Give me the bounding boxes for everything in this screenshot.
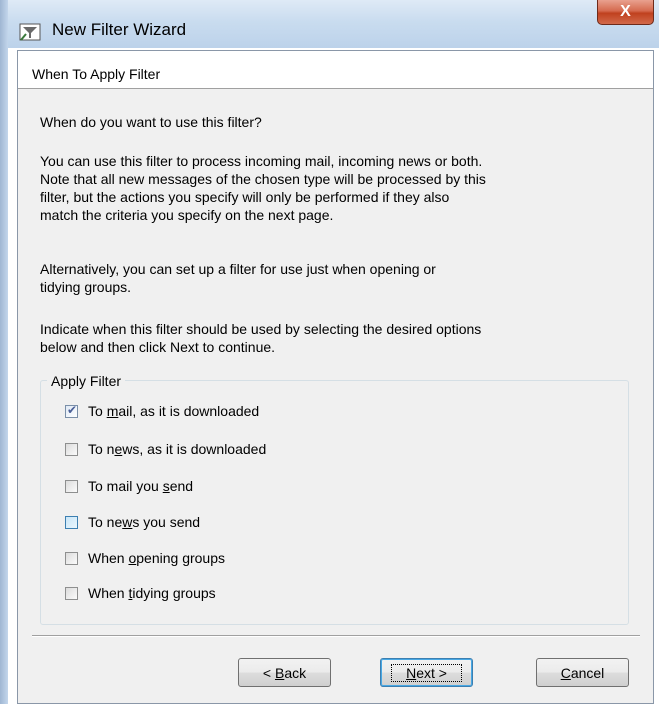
instruction-line: below and then click Next to continue.: [40, 339, 276, 355]
wizard-client-area: When To Apply Filter When do you want to…: [17, 50, 654, 704]
checkbox-news-downloaded[interactable]: [65, 442, 78, 456]
option-news-downloaded[interactable]: To news, as it is downloaded: [65, 440, 266, 458]
back-button[interactable]: < Back: [238, 658, 331, 687]
checkbox-tidying-groups[interactable]: [65, 586, 78, 600]
option-opening-groups[interactable]: When opening groups: [65, 549, 225, 567]
cancel-button-label: Cancel: [560, 664, 605, 681]
checkbox-news-send[interactable]: [65, 515, 78, 529]
checkbox-opening-groups[interactable]: [65, 551, 78, 565]
description-paragraph: You can use this filter to process incom…: [40, 152, 630, 224]
option-label: When tidying groups: [88, 585, 216, 601]
checkbox-mail-send[interactable]: [65, 479, 78, 493]
page-header: When To Apply Filter: [18, 51, 653, 89]
apply-filter-label: Apply Filter: [47, 373, 126, 389]
window-title: New Filter Wizard: [52, 20, 187, 39]
close-button[interactable]: X: [597, 0, 654, 25]
window-left-edge: [0, 0, 8, 704]
alternative-paragraph: Alternatively, you can set up a filter f…: [40, 260, 630, 296]
option-news-send[interactable]: To news you send: [65, 513, 200, 531]
alternative-line: Alternatively, you can set up a filter f…: [40, 261, 436, 277]
button-divider: [32, 635, 640, 637]
alternative-line: tidying groups.: [40, 279, 132, 295]
option-mail-send[interactable]: To mail you send: [65, 477, 193, 495]
option-label: To news, as it is downloaded: [88, 441, 267, 457]
option-label: To mail you send: [88, 478, 194, 494]
description-line: match the criteria you specify on the ne…: [40, 207, 334, 223]
filter-wizard-icon: [19, 23, 41, 41]
description-line: You can use this filter to process incom…: [40, 153, 483, 169]
instruction-line: Indicate when this filter should be used…: [40, 321, 482, 337]
close-icon: X: [620, 3, 631, 20]
cancel-button[interactable]: Cancel: [536, 658, 629, 687]
option-label: To news you send: [88, 514, 201, 530]
question-text: When do you want to use this filter?: [40, 114, 262, 130]
title-bar[interactable]: New Filter Wizard X: [0, 0, 659, 704]
option-mail-downloaded[interactable]: To mail, as it is downloaded: [65, 402, 259, 420]
wizard-window: New Filter Wizard X When To Apply Filter…: [0, 0, 659, 704]
checkbox-mail-downloaded[interactable]: [65, 403, 78, 418]
next-button-label: Next >: [391, 663, 462, 682]
description-line: Note that all new messages of the chosen…: [40, 171, 486, 187]
instruction-paragraph: Indicate when this filter should be used…: [40, 320, 630, 356]
option-tidying-groups[interactable]: When tidying groups: [65, 584, 216, 602]
next-button[interactable]: Next >: [380, 658, 473, 687]
description-line: filter, but the actions you specify will…: [40, 189, 450, 205]
back-button-label: < Back: [262, 664, 307, 681]
page-title: When To Apply Filter: [32, 66, 161, 82]
option-label: To mail, as it is downloaded: [88, 403, 260, 419]
option-label: When opening groups: [88, 550, 226, 566]
